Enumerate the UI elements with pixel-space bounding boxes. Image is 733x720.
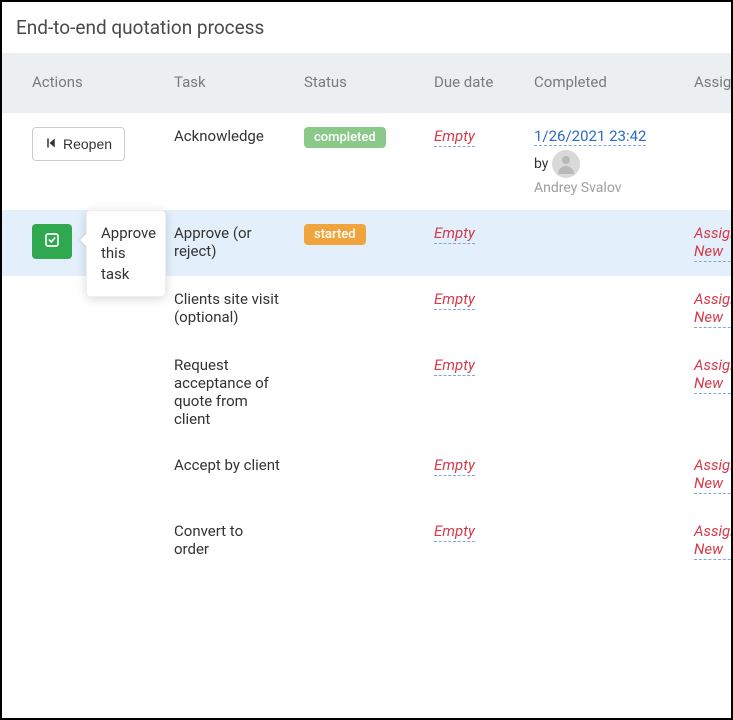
task-name: Convert to order	[162, 508, 292, 574]
check-square-icon	[44, 232, 60, 251]
reopen-label: Reopen	[63, 136, 112, 152]
col-completed: Completed	[522, 53, 682, 113]
completed-user: Andrey Svalov	[534, 180, 670, 196]
completed-byline: by	[534, 150, 670, 178]
task-name: Approve (or reject)	[162, 210, 292, 276]
tasks-table: Actions Task Status Due date Completed A…	[2, 53, 731, 574]
status-badge: started	[304, 224, 366, 245]
assign-link[interactable]: Assign New	[694, 522, 731, 560]
rewind-icon	[45, 136, 57, 152]
col-due: Due date	[422, 53, 522, 113]
task-name: Request acceptance of quote from client	[162, 342, 292, 442]
table-row: Accept by client Empty Assign New	[2, 442, 731, 508]
assign-link[interactable]: Assign New	[694, 224, 731, 262]
reopen-button[interactable]: Reopen	[32, 127, 125, 161]
table-row: Request acceptance of quote from client …	[2, 342, 731, 442]
task-name: Accept by client	[162, 442, 292, 508]
due-date-empty[interactable]: Empty	[434, 290, 475, 310]
table-wrap: Actions Task Status Due date Completed A…	[2, 53, 731, 574]
table-row: Convert to order Empty Assign New	[2, 508, 731, 574]
col-status: Status	[292, 53, 422, 113]
completed-date[interactable]: 1/26/2021 23:42	[534, 127, 646, 146]
page-title: End-to-end quotation process	[2, 12, 731, 53]
col-actions: Actions	[2, 53, 162, 113]
col-task: Task	[162, 53, 292, 113]
status-badge: completed	[304, 127, 386, 148]
due-date-empty[interactable]: Empty	[434, 127, 475, 147]
due-date-empty[interactable]: Empty	[434, 356, 475, 376]
assign-link[interactable]: Assign New	[694, 290, 731, 328]
assign-link[interactable]: Assign New	[694, 356, 731, 394]
due-date-empty[interactable]: Empty	[434, 522, 475, 542]
due-date-empty[interactable]: Empty	[434, 224, 475, 244]
due-date-empty[interactable]: Empty	[434, 456, 475, 476]
assign-link[interactable]: Assign New	[694, 456, 731, 494]
avatar	[552, 150, 580, 178]
approve-tooltip: Approve this task	[86, 210, 166, 297]
task-name: Acknowledge	[162, 113, 292, 210]
table-row: Approve this task Approve (or reject) st…	[2, 210, 731, 276]
approve-button[interactable]	[32, 224, 72, 259]
col-assign: Assign	[682, 53, 731, 113]
app-frame: End-to-end quotation process Actions Tas…	[0, 0, 733, 720]
by-label: by	[534, 156, 548, 172]
header-row: Actions Task Status Due date Completed A…	[2, 53, 731, 113]
table-row: Reopen Acknowledge completed Empty 1/26/…	[2, 113, 731, 210]
task-name: Clients site visit (optional)	[162, 276, 292, 342]
